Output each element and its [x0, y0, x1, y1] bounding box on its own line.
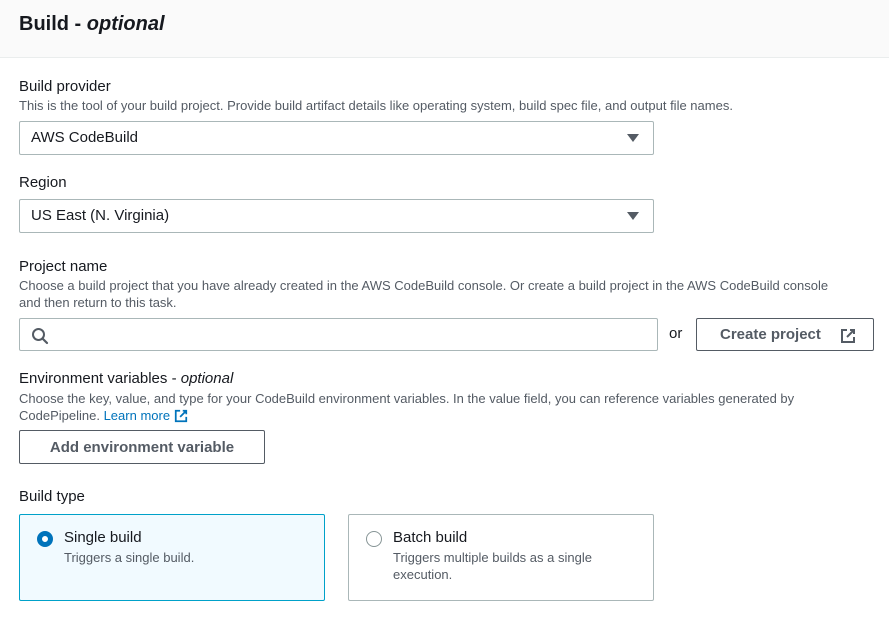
project-name-description-1: Choose a build project that you have alr… [19, 278, 829, 293]
region-value: US East (N. Virginia) [31, 207, 170, 224]
build-provider-description: This is the tool of your build project. … [19, 98, 733, 113]
build-provider-select[interactable]: AWS CodeBuild [19, 121, 654, 155]
single-build-title: Single build [64, 529, 142, 546]
build-provider-value: AWS CodeBuild [31, 129, 138, 146]
create-project-label: Create project [720, 326, 821, 343]
search-icon [31, 327, 49, 350]
project-search-field[interactable] [19, 318, 658, 352]
create-project-button[interactable]: Create project [696, 318, 874, 351]
section-title-text: Build - [19, 13, 87, 35]
section-title: Build - optional [19, 13, 165, 36]
or-text: or [669, 325, 683, 342]
section-title-optional: optional [86, 13, 165, 35]
project-name-description-2: and then return to this task. [19, 295, 177, 310]
build-type-single-tile[interactable]: Single build Triggers a single build. [19, 514, 325, 601]
learn-more-link[interactable]: Learn more [104, 408, 170, 423]
project-name-label: Project name [19, 258, 108, 275]
env-vars-label-optional: optional [180, 370, 234, 387]
env-vars-description-1: Choose the key, value, and type for your… [19, 391, 795, 406]
project-search-input[interactable] [56, 319, 650, 352]
env-vars-label-text: Environment variables - [19, 370, 181, 387]
caret-down-icon [627, 134, 639, 142]
env-vars-description-2: CodePipeline. Learn more [19, 407, 188, 427]
external-link-icon [840, 328, 856, 348]
batch-build-radio[interactable] [366, 531, 382, 547]
single-build-description: Triggers a single build. [64, 550, 195, 565]
add-environment-variable-button[interactable]: Add environment variable [19, 430, 265, 464]
build-type-batch-tile[interactable]: Batch build Triggers multiple builds as … [348, 514, 654, 601]
build-provider-label: Build provider [19, 78, 111, 95]
batch-build-title: Batch build [393, 529, 468, 546]
add-environment-variable-label: Add environment variable [49, 439, 235, 456]
single-build-radio[interactable] [37, 531, 53, 547]
section-header: Build - optional [0, 0, 889, 58]
build-type-label: Build type [19, 488, 85, 505]
region-label: Region [19, 174, 67, 191]
env-vars-label: Environment variables - optional [19, 370, 233, 387]
env-vars-description-2-text: CodePipeline. [19, 408, 100, 423]
external-link-icon [174, 409, 188, 427]
batch-build-description: Triggers multiple builds as a single exe… [393, 550, 592, 582]
region-select[interactable]: US East (N. Virginia) [19, 199, 654, 233]
caret-down-icon [627, 212, 639, 220]
